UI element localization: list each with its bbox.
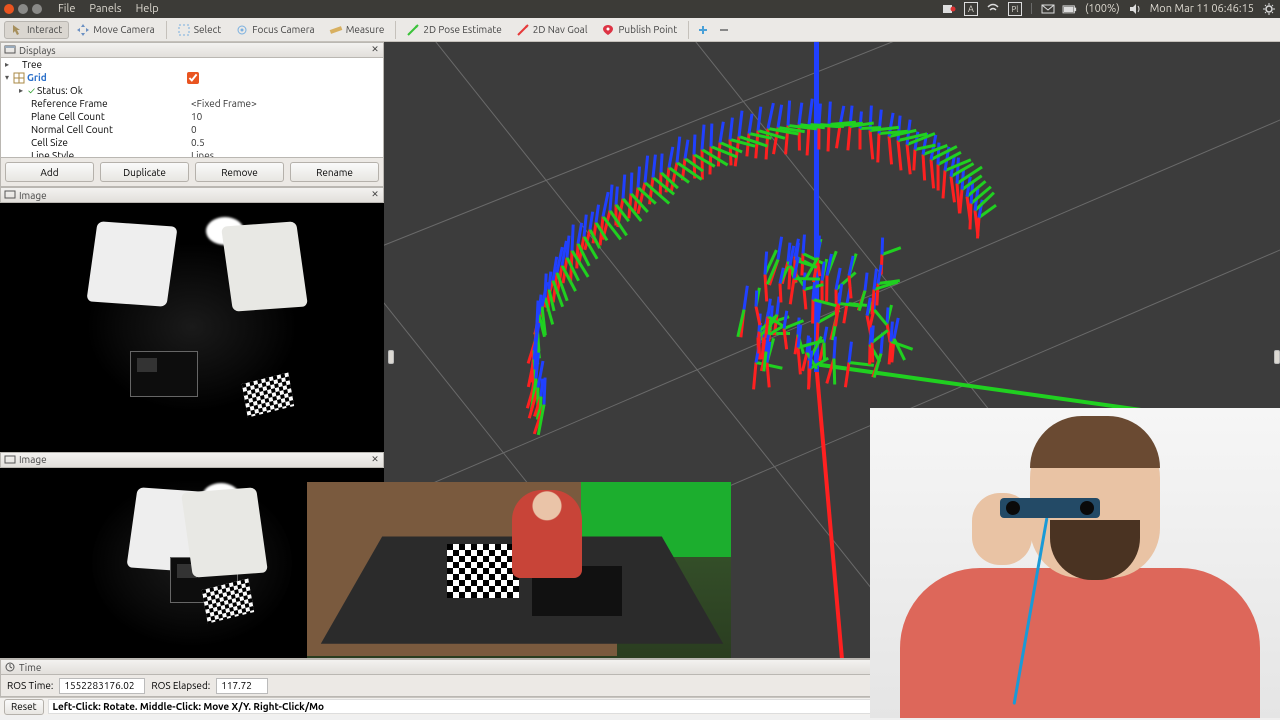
tool-publish-point-label: Publish Point xyxy=(618,24,677,35)
image-panel-1-header[interactable]: Image ✕ xyxy=(0,187,384,203)
fisheye-image xyxy=(52,212,332,442)
overhead-camera-overlay xyxy=(307,482,731,658)
tray-sep: | xyxy=(1030,3,1033,15)
tool-select[interactable]: Select xyxy=(171,21,228,39)
tree-item-grid[interactable]: Grid xyxy=(27,72,187,83)
prop-plane-count-value[interactable]: 10 xyxy=(191,111,202,122)
prop-plane-count[interactable]: Plane Cell Count xyxy=(31,111,191,122)
close-icon[interactable]: ✕ xyxy=(369,189,381,201)
system-tray: A Pl | (100%) Mon Mar 11 06:46:15 xyxy=(942,2,1276,16)
maximize-icon[interactable] xyxy=(32,4,42,14)
time-title: Time xyxy=(19,662,41,673)
tool-select-label: Select xyxy=(194,24,221,35)
tool-remove[interactable] xyxy=(714,21,734,39)
ros-elapsed-label: ROS Elapsed: xyxy=(151,680,210,691)
splitter-handle[interactable] xyxy=(388,350,394,364)
close-icon[interactable] xyxy=(4,4,14,14)
record-icon[interactable] xyxy=(942,2,956,16)
duplicate-button[interactable]: Duplicate xyxy=(100,162,189,182)
prop-cell-size-value[interactable]: 0.5 xyxy=(191,137,205,148)
rename-button[interactable]: Rename xyxy=(290,162,379,182)
tool-interact[interactable]: Interact xyxy=(4,21,69,39)
window-controls xyxy=(4,4,42,14)
tool-move-camera-label: Move Camera xyxy=(93,24,155,35)
toolbar-separator xyxy=(688,21,689,39)
toolbar-separator xyxy=(395,21,396,39)
grid-icon xyxy=(14,73,24,83)
expand-icon[interactable]: ▸ xyxy=(5,60,14,69)
menubar: File Panels Help A Pl | (100%) Mon Mar 1… xyxy=(0,0,1280,18)
clock-text: Mon Mar 11 06:46:15 xyxy=(1150,3,1254,15)
ros-time-input[interactable] xyxy=(59,678,145,694)
tool-move-camera[interactable]: Move Camera xyxy=(70,21,162,39)
prop-cell-size[interactable]: Cell Size xyxy=(31,137,191,148)
prop-reference-frame[interactable]: Reference Frame xyxy=(31,98,191,109)
tool-measure-label: Measure xyxy=(346,24,385,35)
webcam-overlay xyxy=(870,408,1280,718)
splitter-handle[interactable] xyxy=(1274,350,1280,364)
volume-icon[interactable] xyxy=(1128,2,1142,16)
image-panel-2-title: Image xyxy=(19,454,47,465)
battery-text: (100%) xyxy=(1085,3,1120,15)
expand-icon[interactable]: ▸ xyxy=(19,86,28,95)
tool-focus-camera-label: Focus Camera xyxy=(252,24,314,35)
prop-normal-count-value[interactable]: 0 xyxy=(191,124,197,135)
tool-pose-estimate-label: 2D Pose Estimate xyxy=(423,24,501,35)
prop-line-style-value[interactable]: Lines xyxy=(191,150,214,158)
lang-indicator[interactable]: Pl xyxy=(1008,2,1022,16)
battery-icon[interactable] xyxy=(1063,2,1077,16)
tool-2d-pose-estimate[interactable]: 2D Pose Estimate xyxy=(400,21,508,39)
prop-normal-count[interactable]: Normal Cell Count xyxy=(31,124,191,135)
toolbar-separator xyxy=(166,21,167,39)
mail-icon[interactable] xyxy=(1041,2,1055,16)
tree-item-tree[interactable]: Tree xyxy=(22,59,182,70)
ros-time-label: ROS Time: xyxy=(7,680,53,691)
close-icon[interactable]: ✕ xyxy=(369,44,381,56)
tool-measure[interactable]: Measure xyxy=(323,21,392,39)
menu-panels[interactable]: Panels xyxy=(83,3,127,15)
displays-button-row: Add Duplicate Remove Rename xyxy=(0,158,384,187)
displays-tree[interactable]: ▸Tree ▾Grid ▸✓Status: Ok Reference Frame… xyxy=(0,58,384,158)
grid-checkbox[interactable] xyxy=(187,72,199,84)
tool-publish-point[interactable]: Publish Point xyxy=(595,21,684,39)
remove-button[interactable]: Remove xyxy=(195,162,284,182)
check-icon: ✓ xyxy=(28,85,35,96)
close-icon[interactable]: ✕ xyxy=(369,454,381,466)
expand-icon[interactable]: ▾ xyxy=(5,73,14,82)
tool-add[interactable] xyxy=(693,21,713,39)
gear-icon[interactable] xyxy=(1262,2,1276,16)
tree-item-status[interactable]: Status: Ok xyxy=(37,85,197,96)
fisheye-image xyxy=(92,478,292,648)
add-button[interactable]: Add xyxy=(5,162,94,182)
text-icon[interactable]: A xyxy=(964,2,978,16)
toolbar: Interact Move Camera Select Focus Camera… xyxy=(0,18,1280,42)
displays-panel: Displays ✕ ▸Tree ▾Grid ▸✓Status: Ok Refe… xyxy=(0,42,384,187)
image-panel-1-title: Image xyxy=(19,190,47,201)
minimize-icon[interactable] xyxy=(18,4,28,14)
tool-nav-goal-label: 2D Nav Goal xyxy=(533,24,588,35)
image-view-1[interactable] xyxy=(0,203,384,452)
tool-2d-nav-goal[interactable]: 2D Nav Goal xyxy=(510,21,595,39)
prop-line-style[interactable]: Line Style xyxy=(31,150,191,158)
menu-file[interactable]: File xyxy=(52,3,81,15)
tool-focus-camera[interactable]: Focus Camera xyxy=(229,21,321,39)
wifi-icon[interactable] xyxy=(986,2,1000,16)
image-panel-1: Image ✕ xyxy=(0,187,384,452)
reset-button[interactable]: Reset xyxy=(4,699,44,715)
displays-header[interactable]: Displays ✕ xyxy=(0,42,384,58)
image-panel-2-header[interactable]: Image ✕ xyxy=(0,452,384,468)
prop-reference-frame-value[interactable]: <Fixed Frame> xyxy=(191,98,257,109)
tool-interact-label: Interact xyxy=(27,24,62,35)
displays-title: Displays xyxy=(19,45,56,56)
menu-help[interactable]: Help xyxy=(130,3,165,15)
ros-elapsed-input[interactable] xyxy=(216,678,268,694)
